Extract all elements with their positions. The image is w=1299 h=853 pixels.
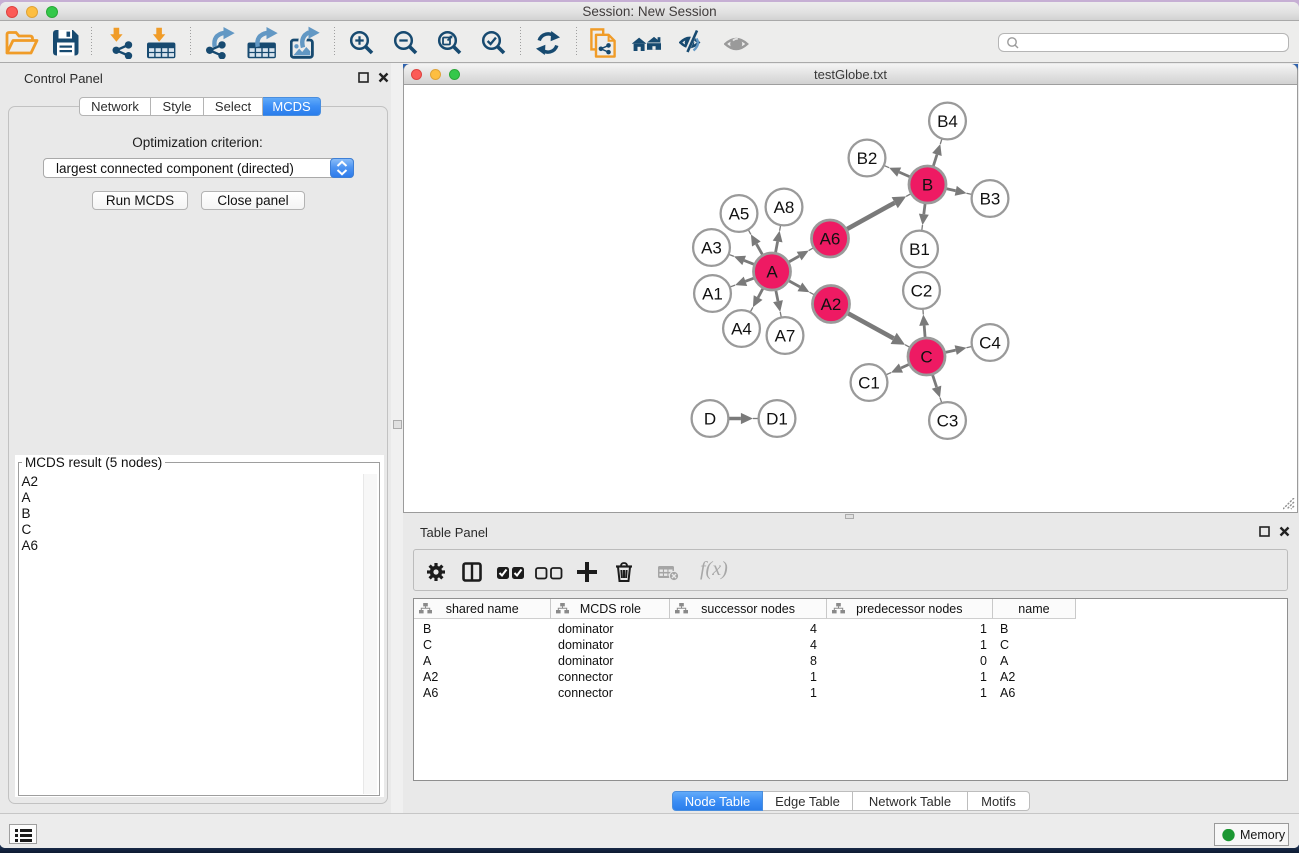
svg-text:C2: C2: [911, 282, 933, 301]
svg-text:A5: A5: [729, 205, 750, 224]
svg-text:A7: A7: [775, 327, 796, 346]
svg-text:A: A: [766, 263, 778, 282]
svg-text:D: D: [704, 410, 716, 429]
svg-text:A6: A6: [820, 230, 841, 249]
svg-text:A3: A3: [701, 239, 722, 258]
svg-text:C: C: [920, 348, 932, 367]
svg-text:C3: C3: [937, 412, 959, 431]
svg-text:B2: B2: [857, 149, 878, 168]
svg-text:B4: B4: [937, 112, 958, 131]
svg-text:A8: A8: [774, 198, 795, 217]
svg-text:B: B: [922, 176, 933, 195]
svg-text:B1: B1: [909, 240, 930, 259]
svg-text:A4: A4: [731, 320, 752, 339]
svg-text:A2: A2: [821, 295, 842, 314]
svg-text:D1: D1: [766, 410, 788, 429]
svg-text:C1: C1: [858, 374, 880, 393]
svg-text:A1: A1: [702, 285, 723, 304]
svg-text:B3: B3: [980, 190, 1001, 209]
svg-text:C4: C4: [979, 334, 1001, 353]
